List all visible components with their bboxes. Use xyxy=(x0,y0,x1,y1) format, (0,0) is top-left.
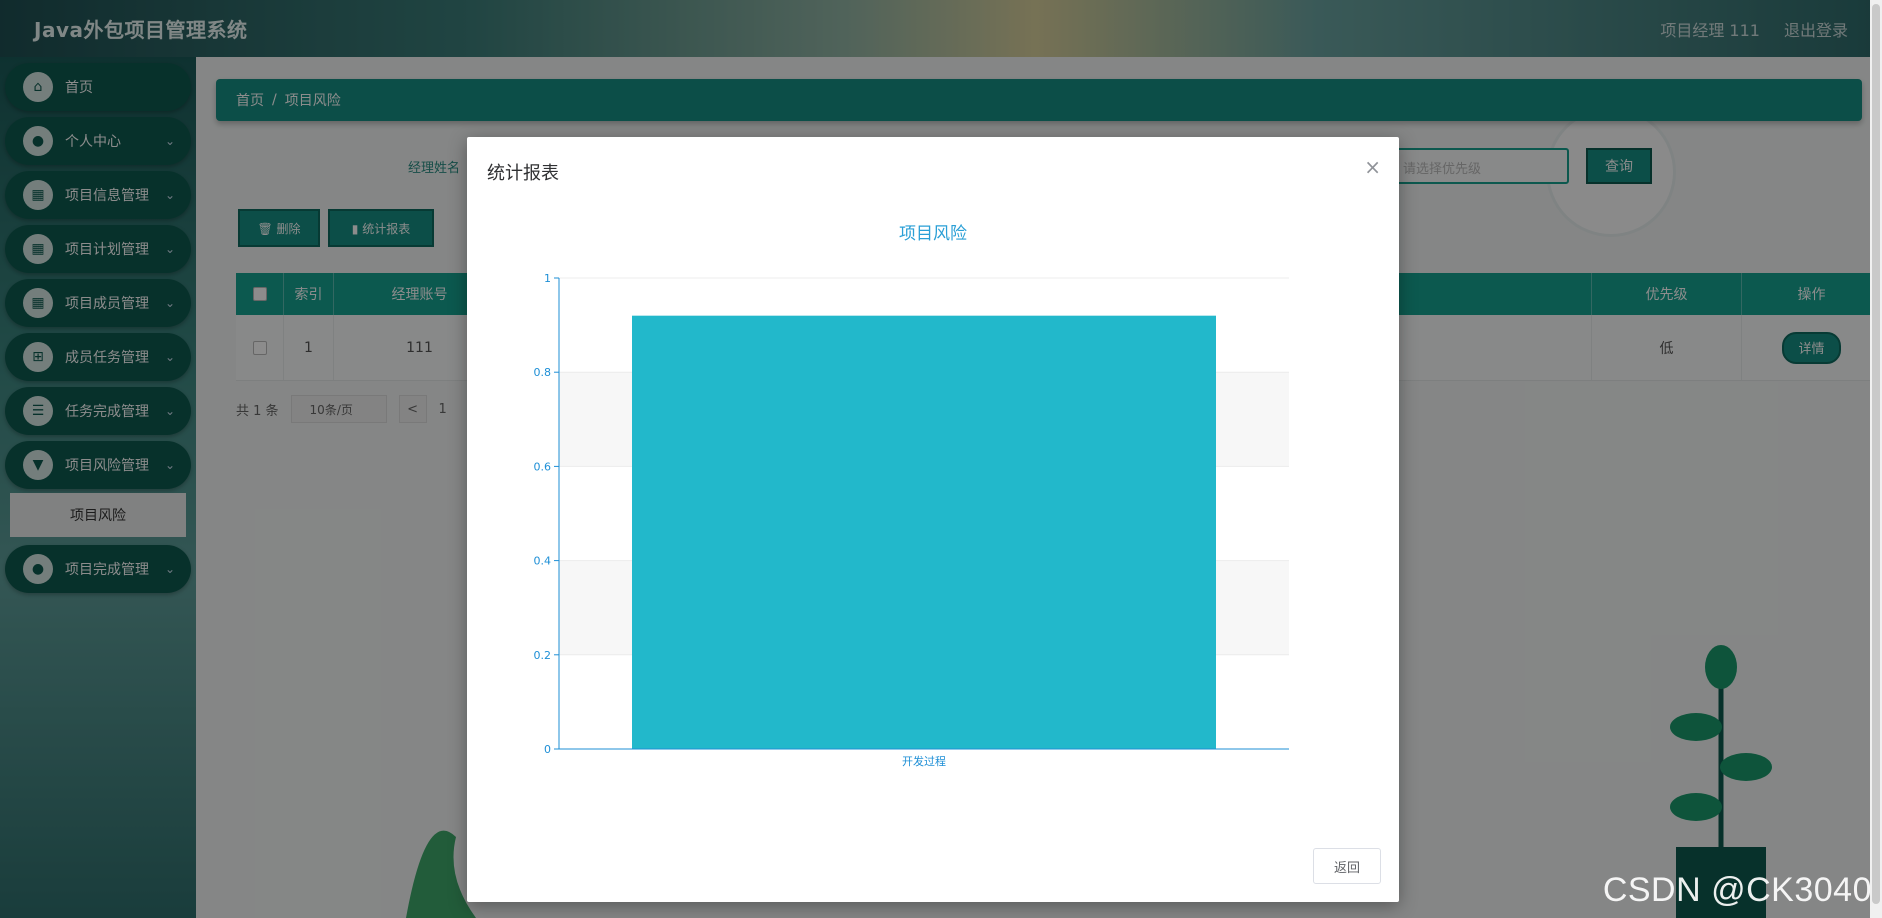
y-tick-label: 0.4 xyxy=(534,555,552,568)
chart-title: 项目风险 xyxy=(899,224,967,244)
scrollbar[interactable] xyxy=(1870,0,1882,918)
y-tick-label: 0.2 xyxy=(534,649,552,662)
y-tick-label: 0.6 xyxy=(534,460,552,473)
scrollbar-thumb[interactable] xyxy=(1872,4,1880,904)
bar-开发过程[interactable] xyxy=(632,315,1216,749)
x-tick-label: 开发过程 xyxy=(902,754,946,768)
report-dialog: 统计报表 × 项目风险 开发过程 0 0.2 0.4 0.6 0.8 1 返回 xyxy=(467,137,1399,902)
watermark: CSDN @CK3040 xyxy=(1602,871,1872,909)
chart-bars xyxy=(632,315,1216,749)
y-tick-label: 1 xyxy=(544,272,551,285)
return-button[interactable]: 返回 xyxy=(1313,848,1381,884)
y-tick-label: 0 xyxy=(544,743,551,756)
risk-chart: 项目风险 开发过程 0 0.2 0.4 0.6 0.8 1 xyxy=(534,224,1289,768)
y-tick-label: 0.8 xyxy=(534,366,552,379)
